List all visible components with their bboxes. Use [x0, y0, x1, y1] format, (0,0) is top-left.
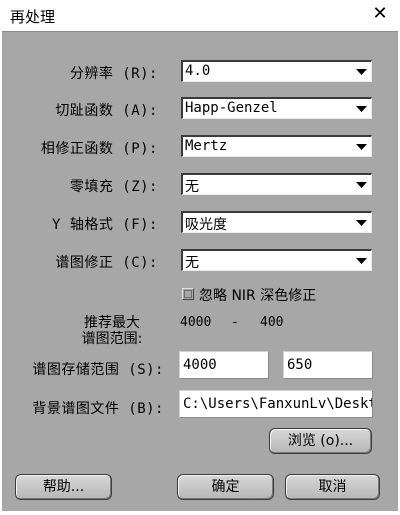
- recommended-range-label-line2: 谱图范围:: [81, 331, 143, 347]
- chevron-down-icon[interactable]: [352, 251, 371, 270]
- title-bar: 再处理 ✕: [0, 0, 400, 30]
- apodization-select[interactable]: Happ-Genzel: [181, 97, 372, 119]
- spectrum-correction-label: 谱图修正 (C):: [55, 255, 158, 271]
- browse-button[interactable]: 浏览 (o)...: [269, 428, 372, 454]
- zero-filling-select[interactable]: 无: [181, 173, 372, 195]
- apodization-value: Happ-Genzel: [185, 100, 278, 116]
- background-file-input[interactable]: C:\Users\FanxunLv\Desktc: [179, 390, 373, 418]
- resolution-select[interactable]: 4.0: [181, 60, 372, 82]
- storage-range-label: 谱图存储范围 (S):: [32, 362, 164, 378]
- spectrum-correction-select[interactable]: 无: [181, 249, 372, 271]
- y-axis-format-label: Y 轴格式 (F):: [51, 217, 158, 233]
- chevron-down-icon[interactable]: [352, 175, 371, 194]
- recommended-range-dash: -: [231, 315, 239, 330]
- recommended-range-min: 400: [260, 315, 284, 330]
- apodization-label: 切趾函数 (A):: [55, 103, 158, 119]
- ignore-nir-label[interactable]: 忽略 NIR 深色修正: [199, 285, 316, 305]
- chevron-down-icon[interactable]: [352, 213, 371, 232]
- spectrum-correction-value: 无: [185, 255, 199, 271]
- zero-filling-value: 无: [185, 179, 199, 195]
- background-file-label: 背景谱图文件 (B):: [32, 401, 164, 417]
- phase-correction-value: Mertz: [185, 138, 228, 154]
- y-axis-format-value: 吸光度: [185, 217, 227, 233]
- ignore-nir-checkbox[interactable]: [182, 288, 194, 300]
- chevron-down-icon[interactable]: [352, 137, 371, 156]
- recommended-range-label: 推荐最大 谱图范围:: [62, 315, 162, 347]
- chevron-down-icon[interactable]: [352, 99, 371, 118]
- recommended-range-max: 4000: [180, 315, 212, 330]
- phase-correction-select[interactable]: Mertz: [181, 135, 372, 157]
- cancel-button[interactable]: 取消: [285, 474, 380, 500]
- storage-range-from-input[interactable]: 4000: [179, 351, 269, 379]
- resolution-value: 4.0: [185, 63, 211, 79]
- storage-range-to-input[interactable]: 650: [283, 351, 373, 379]
- ok-button[interactable]: 确定: [177, 474, 274, 500]
- phase-correction-label: 相修正函数 (P):: [40, 141, 158, 157]
- close-icon[interactable]: ✕: [370, 3, 390, 25]
- background-strip: [0, 511, 400, 515]
- help-button[interactable]: 帮助...: [15, 474, 112, 500]
- y-axis-format-select[interactable]: 吸光度: [181, 211, 372, 233]
- reprocess-dialog: 分辨率 (R): 4.0 切趾函数 (A): Happ-Genzel 相修正函数…: [2, 31, 398, 512]
- recommended-range-label-line1: 推荐最大: [84, 315, 140, 331]
- chevron-down-icon[interactable]: [352, 62, 371, 81]
- zero-filling-label: 零填充 (Z):: [69, 179, 158, 195]
- window-title: 再处理: [10, 8, 56, 26]
- resolution-label: 分辨率 (R):: [69, 66, 158, 82]
